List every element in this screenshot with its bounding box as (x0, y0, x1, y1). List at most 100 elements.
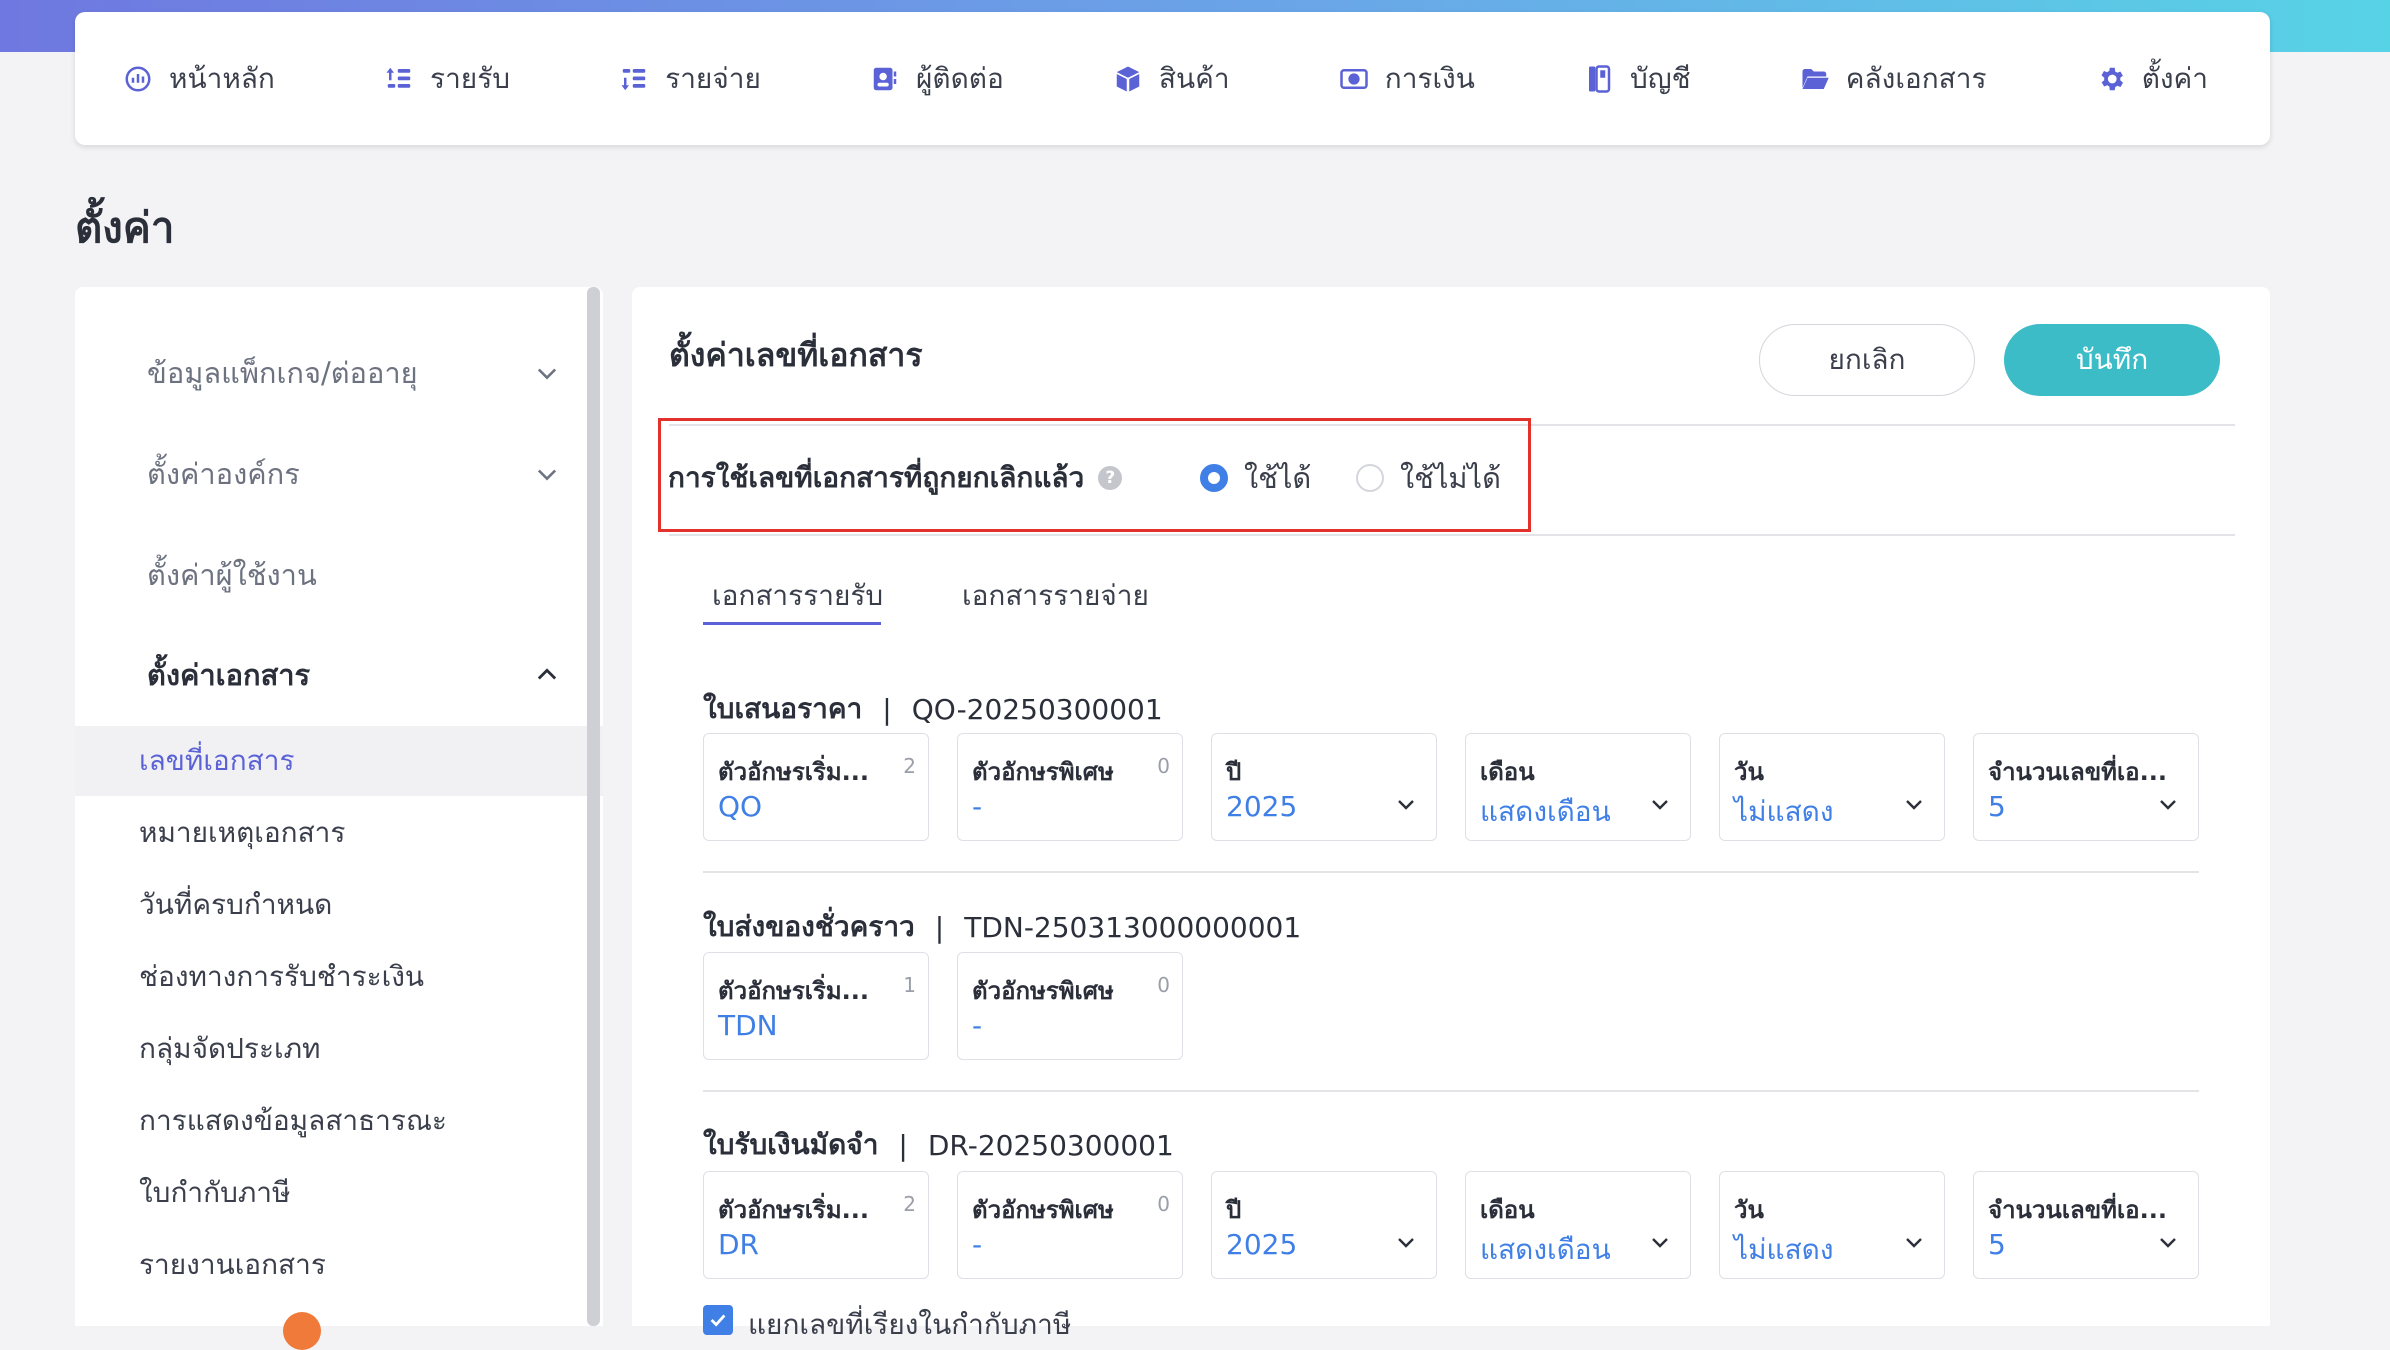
char-count: 0 (1157, 973, 1170, 997)
nav-item-home[interactable]: หน้าหลัก (123, 57, 275, 101)
field-value: - (972, 1009, 983, 1042)
special-char-field[interactable]: ตัวอักษรพิเศษ 0 - (957, 1171, 1183, 1279)
field-value: 5 (1988, 790, 2006, 823)
field-label: เดือน (1480, 1196, 1535, 1224)
radio-allow[interactable]: ใช้ได้ (1200, 455, 1311, 501)
char-count: 0 (1157, 1192, 1170, 1216)
nav-label: ตั้งค่า (2141, 61, 2208, 95)
field-label: ตัวอักษรเริ่ม... (718, 977, 869, 1005)
sidebar-section-label: ตั้งค่าผู้ใช้งาน (147, 558, 317, 592)
divider (703, 1090, 2199, 1092)
sidebar-item-label: ใบกำกับภาษี (139, 1176, 291, 1209)
nav-label: รายรับ (430, 61, 511, 95)
char-count: 2 (903, 754, 916, 778)
sidebar-item-public-info[interactable]: การแสดงข้อมูลสาธารณะ (75, 1086, 603, 1156)
nav-item-settings[interactable]: ตั้งค่า (2096, 57, 2208, 101)
settings-sidebar: ข้อมูลแพ็กเกจ/ต่ออายุ ตั้งค่าองค์กร ตั้ง… (75, 287, 603, 1326)
nav-item-expense[interactable]: รายจ่าย (619, 57, 761, 101)
month-select[interactable]: เดือน แสดงเดือน (1465, 733, 1691, 841)
nav-label: สินค้า (1158, 61, 1230, 95)
sidebar-section-organization[interactable]: ตั้งค่าองค์กร (75, 444, 603, 504)
nav-item-accounting[interactable]: บัญชี (1584, 57, 1691, 101)
sidebar-item-categories[interactable]: กลุ่มจัดประเภท (75, 1014, 603, 1084)
sidebar-item-doc-report[interactable]: รายงานเอกสาร (75, 1230, 603, 1300)
field-label: วัน (1734, 1196, 1764, 1224)
doc-name: ใบส่งของชั่วคราว (703, 910, 915, 943)
char-count: 2 (903, 1192, 916, 1216)
checkbox-label: แยกเลขที่เรียงในกำกับภาษี (748, 1308, 1072, 1341)
field-value: QO (718, 790, 763, 823)
char-count: 1 (903, 973, 916, 997)
field-label: จำนวนเลขที่เอ... (1988, 1196, 2167, 1224)
field-value: 2025 (1226, 790, 1298, 823)
field-value: TDN (718, 1009, 778, 1042)
nav-item-finance[interactable]: การเงิน (1339, 57, 1475, 101)
special-char-field[interactable]: ตัวอักษรพิเศษ 0 - (957, 952, 1183, 1060)
nav-item-income[interactable]: รายรับ (384, 57, 510, 101)
sidebar-section-documents[interactable]: ตั้งค่าเอกสาร (75, 645, 603, 705)
sidebar-item-tax-invoice[interactable]: ใบกำกับภาษี (75, 1158, 603, 1228)
sidebar-item-doc-notes[interactable]: หมายเหตุเอกสาร (75, 798, 603, 868)
doc-code: QO-20250300001 (911, 692, 1163, 726)
field-value: ไม่แสดง (1734, 795, 1834, 828)
day-select[interactable]: วัน ไม่แสดง (1719, 1171, 1945, 1279)
nav-item-documents[interactable]: คลังเอกสาร (1800, 57, 1987, 101)
cancelled-number-option: การใช้เลขที่เอกสารที่ถูกยกเลิกแล้ว ? (668, 456, 1123, 500)
help-icon[interactable]: ? (1098, 466, 1123, 490)
gear-icon (2096, 64, 2126, 94)
chevron-down-icon (2156, 1230, 2180, 1254)
divider (669, 534, 2235, 536)
year-select[interactable]: ปี 2025 (1211, 1171, 1437, 1279)
field-label: ตัวอักษรเริ่ม... (718, 758, 869, 786)
digits-select[interactable]: จำนวนเลขที่เอ... 5 (1973, 733, 2199, 841)
separate-tax-checkbox[interactable] (703, 1305, 733, 1335)
chevron-down-icon (533, 359, 561, 387)
tab-income-docs[interactable]: เอกสารรายรับ (712, 574, 883, 618)
main-nav: หน้าหลัก รายรับ รายจ่าย ผู้ติดต่อ สินค้า… (75, 12, 2270, 145)
field-value: - (972, 1228, 983, 1261)
field-label: จำนวนเลขที่เอ... (1988, 758, 2167, 786)
chevron-down-icon (1394, 1230, 1418, 1254)
month-select[interactable]: เดือน แสดงเดือน (1465, 1171, 1691, 1279)
nav-item-contacts[interactable]: ผู้ติดต่อ (870, 57, 1004, 101)
nav-label: ผู้ติดต่อ (916, 61, 1004, 95)
sidebar-item-label: การแสดงข้อมูลสาธารณะ (139, 1104, 447, 1137)
save-button[interactable]: บันทึก (2004, 324, 2220, 396)
special-char-field[interactable]: ตัวอักษรพิเศษ 0 - (957, 733, 1183, 841)
sidebar-section-users[interactable]: ตั้งค่าผู้ใช้งาน (75, 545, 603, 605)
sidebar-item-payment-channel[interactable]: ช่องทางการรับชำระเงิน (75, 942, 603, 1012)
field-label: ตัวอักษรพิเศษ (972, 977, 1114, 1005)
day-select[interactable]: วัน ไม่แสดง (1719, 733, 1945, 841)
ledger-book-icon (1584, 64, 1614, 94)
chevron-down-icon (1394, 792, 1418, 816)
dashboard-icon (123, 64, 153, 94)
contacts-icon (870, 64, 900, 94)
field-value: 2025 (1226, 1228, 1298, 1261)
field-value: DR (718, 1228, 760, 1261)
char-count: 0 (1157, 754, 1170, 778)
prefix-field[interactable]: ตัวอักษรเริ่ม... 2 QO (703, 733, 929, 841)
radio-disallow[interactable]: ใช้ไม่ได้ (1356, 455, 1501, 501)
sidebar-section-label: ตั้งค่าองค์กร (147, 457, 300, 491)
nav-item-products[interactable]: สินค้า (1113, 57, 1230, 101)
field-label: ตัวอักษรพิเศษ (972, 758, 1114, 786)
sidebar-section-package[interactable]: ข้อมูลแพ็กเกจ/ต่ออายุ (75, 343, 603, 403)
notification-badge (283, 1312, 321, 1350)
active-tab-indicator (703, 622, 881, 625)
tab-expense-docs[interactable]: เอกสารรายจ่าย (962, 574, 1149, 618)
separator: | (898, 1128, 908, 1162)
field-label: ปี (1226, 1196, 1242, 1224)
prefix-field[interactable]: ตัวอักษรเริ่ม... 2 DR (703, 1171, 929, 1279)
sidebar-item-label: เลขที่เอกสาร (139, 744, 295, 777)
sidebar-item-due-date[interactable]: วันที่ครบกำหนด (75, 870, 603, 940)
panel-title: ตั้งค่าเลขที่เอกสาร (669, 336, 923, 374)
digits-select[interactable]: จำนวนเลขที่เอ... 5 (1973, 1171, 2199, 1279)
cancel-button[interactable]: ยกเลิก (1759, 324, 1975, 396)
sidebar-scrollbar[interactable] (587, 287, 600, 1326)
year-select[interactable]: ปี 2025 (1211, 733, 1437, 841)
prefix-field[interactable]: ตัวอักษรเริ่ม... 1 TDN (703, 952, 929, 1060)
nav-label: บัญชี (1630, 61, 1691, 95)
sidebar-item-doc-number[interactable]: เลขที่เอกสาร (75, 726, 603, 796)
doc-name: ใบเสนอราคา (703, 692, 863, 725)
expense-icon (619, 64, 649, 94)
